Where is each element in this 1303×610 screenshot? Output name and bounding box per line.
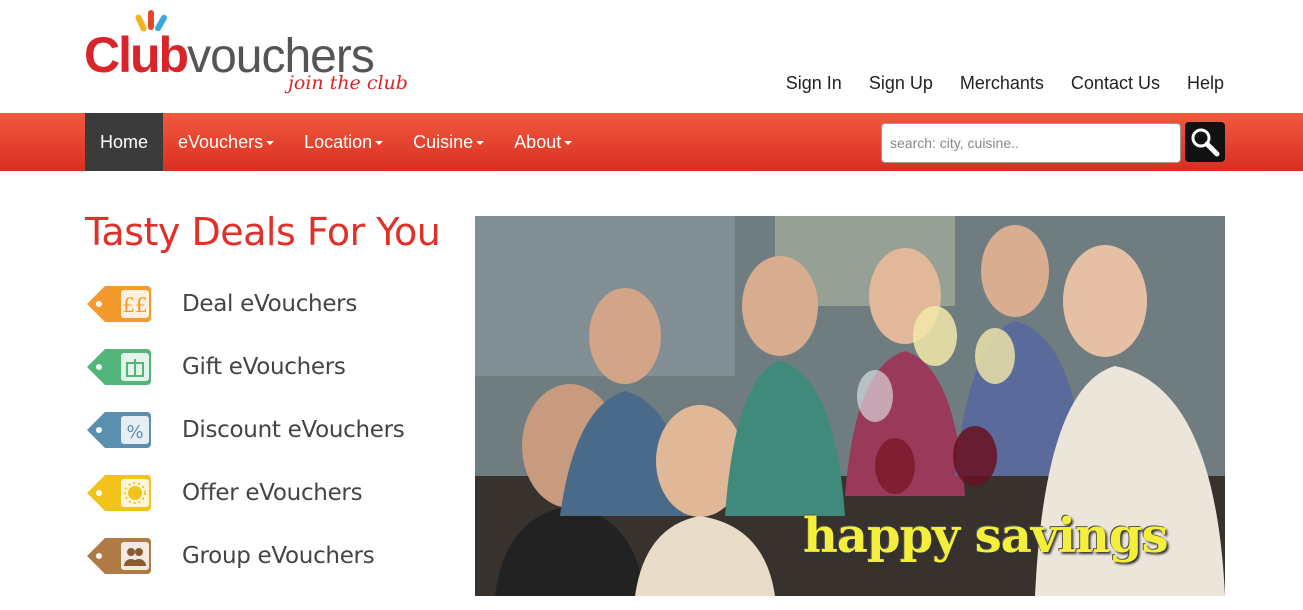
caret-down-icon — [375, 141, 384, 146]
nav-item-home[interactable]: Home — [85, 113, 164, 171]
sign-up-link[interactable]: Sign Up — [869, 73, 933, 94]
deal-label: Offer eVouchers — [182, 480, 363, 506]
main-navbar: Home eVouchers Location Cuisine About — [0, 113, 1303, 171]
nav-item-label: About — [514, 132, 562, 152]
nav-item-label: Cuisine — [413, 132, 474, 152]
search-input[interactable] — [881, 123, 1181, 163]
nav-item-evouchers[interactable]: eVouchers — [163, 113, 289, 171]
deal-label: Gift eVouchers — [182, 354, 346, 380]
top-links: Sign In Sign Up Merchants Contact Us Hel… — [759, 73, 1224, 94]
nav-menu: Home eVouchers Location Cuisine About — [85, 113, 587, 171]
hero-banner[interactable]: happy savings — [475, 216, 1225, 596]
site-header: Clubvouchers join the club Sign In Sign … — [0, 0, 1303, 113]
page-title: Tasty Deals For You — [85, 210, 441, 254]
club-vouchers-logo[interactable]: Clubvouchers join the club — [84, 8, 408, 103]
deal-label: Group eVouchers — [182, 543, 375, 569]
contact-us-link[interactable]: Contact Us — [1071, 73, 1160, 94]
deal-label: Deal eVouchers — [182, 291, 358, 317]
help-link[interactable]: Help — [1187, 73, 1224, 94]
sun-tag-icon — [87, 475, 151, 511]
nav-item-label: eVouchers — [178, 132, 264, 152]
caret-down-icon — [266, 141, 275, 146]
logo-tagline: join the club — [288, 72, 408, 94]
people-tag-icon — [87, 538, 151, 574]
hero-caption: happy savings — [803, 508, 1168, 564]
svg-text:%: % — [126, 422, 143, 443]
nav-item-label: Location — [304, 132, 373, 152]
caret-down-icon — [476, 141, 485, 146]
group-evouchers-item[interactable]: Group eVouchers — [85, 530, 445, 593]
nav-item-location[interactable]: Location — [289, 113, 398, 171]
deal-evouchers-item[interactable]: ££ Deal eVouchers — [85, 278, 445, 341]
merchants-link[interactable]: Merchants — [960, 73, 1044, 94]
search-button[interactable] — [1185, 122, 1225, 162]
magnifier-icon — [1191, 128, 1220, 157]
svg-text:££: ££ — [122, 293, 147, 317]
percent-tag-icon: % — [87, 412, 151, 448]
offer-evouchers-item[interactable]: Offer eVouchers — [85, 467, 445, 530]
logo-club-text: Club — [84, 27, 189, 83]
gift-evouchers-item[interactable]: Gift eVouchers — [85, 341, 445, 404]
deal-category-list: ££ Deal eVouchers Gift eVouchers % Disco… — [85, 278, 445, 593]
sign-in-link[interactable]: Sign In — [786, 73, 842, 94]
nav-item-cuisine[interactable]: Cuisine — [398, 113, 499, 171]
deal-label: Discount eVouchers — [182, 417, 405, 443]
nav-item-label: Home — [100, 132, 149, 152]
caret-down-icon — [564, 141, 573, 146]
gift-tag-icon — [87, 349, 151, 385]
nav-item-about[interactable]: About — [499, 113, 587, 171]
pound-tag-icon: ££ — [87, 286, 151, 322]
discount-evouchers-item[interactable]: % Discount eVouchers — [85, 404, 445, 467]
